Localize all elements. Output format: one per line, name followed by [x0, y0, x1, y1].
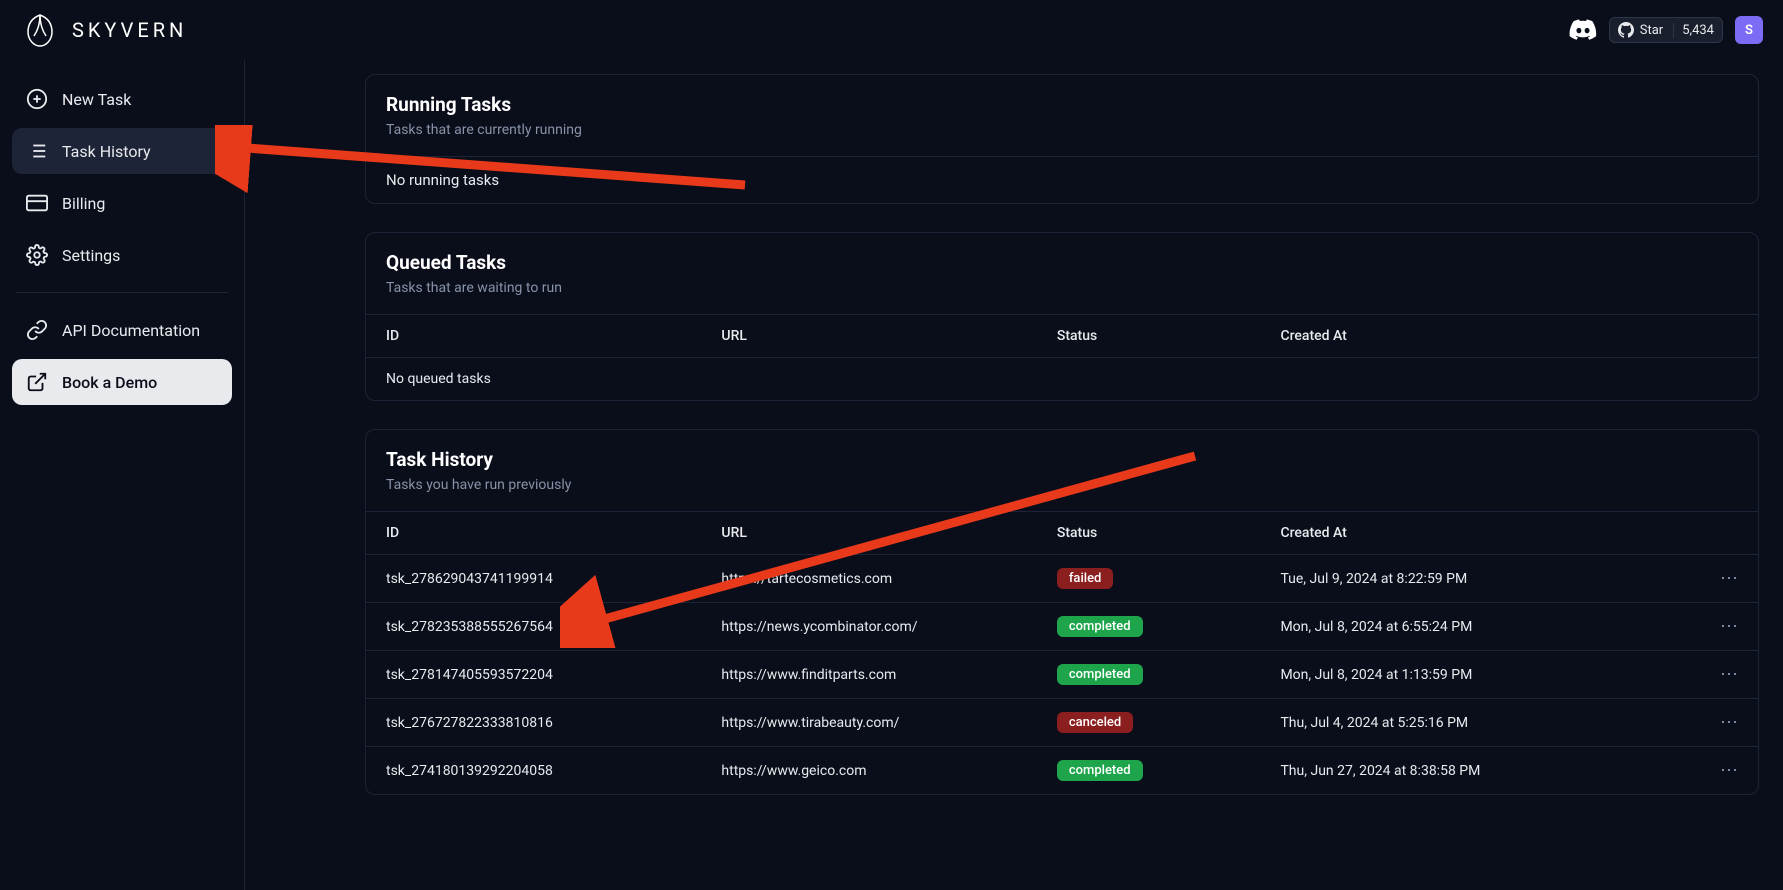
- gear-icon: [26, 244, 48, 266]
- cell-created: Thu, Jun 27, 2024 at 8:38:58 PM: [1280, 763, 1678, 779]
- col-status: Status: [1057, 328, 1281, 344]
- status-badge: completed: [1057, 664, 1143, 685]
- cell-created: Mon, Jul 8, 2024 at 6:55:24 PM: [1280, 619, 1678, 635]
- link-icon: [26, 319, 48, 341]
- row-actions-button[interactable]: ⋯: [1678, 616, 1738, 637]
- credit-card-icon: [26, 192, 48, 214]
- cell-status: completed: [1057, 616, 1281, 637]
- panel-subtitle: Tasks that are waiting to run: [386, 280, 1738, 296]
- cell-id: tsk_278235388555267564: [386, 619, 721, 635]
- panel-title: Task History: [386, 448, 1738, 471]
- cell-url: https://www.finditparts.com: [721, 667, 1056, 683]
- panel-title: Running Tasks: [386, 93, 1738, 116]
- row-actions-button[interactable]: ⋯: [1678, 664, 1738, 685]
- panel-header: Queued Tasks Tasks that are waiting to r…: [366, 233, 1758, 314]
- sidebar-item-label: API Documentation: [62, 321, 200, 340]
- cell-created: Tue, Jul 9, 2024 at 8:22:59 PM: [1280, 571, 1678, 587]
- header: SKYVERN Star 5,434 S: [0, 0, 1783, 60]
- sidebar-item-book-demo[interactable]: Book a Demo: [12, 359, 232, 405]
- plus-circle-icon: [26, 88, 48, 110]
- sidebar: New Task Task History Billing Settings A…: [0, 60, 245, 890]
- avatar-initial: S: [1745, 23, 1753, 38]
- table-row[interactable]: tsk_278147405593572204 https://www.findi…: [366, 650, 1758, 698]
- panel-body: ID URL Status Created At No queued tasks: [366, 314, 1758, 400]
- empty-message: No running tasks: [366, 157, 1758, 203]
- panel-body: No running tasks: [366, 156, 1758, 203]
- table-row[interactable]: tsk_278235388555267564 https://news.ycom…: [366, 602, 1758, 650]
- sidebar-item-task-history[interactable]: Task History: [12, 128, 232, 174]
- row-actions-button[interactable]: ⋯: [1678, 568, 1738, 589]
- running-tasks-panel: Running Tasks Tasks that are currently r…: [365, 74, 1759, 204]
- logo-area: SKYVERN: [20, 10, 187, 50]
- cell-id: tsk_276727822333810816: [386, 715, 721, 731]
- discord-icon[interactable]: [1569, 16, 1597, 44]
- table-header: ID URL Status Created At: [366, 512, 1758, 554]
- table-header: ID URL Status Created At: [366, 315, 1758, 357]
- panel-title: Queued Tasks: [386, 251, 1738, 274]
- cell-status: completed: [1057, 760, 1281, 781]
- sidebar-item-label: Book a Demo: [62, 373, 157, 392]
- panel-subtitle: Tasks that are currently running: [386, 122, 1738, 138]
- queued-tasks-panel: Queued Tasks Tasks that are waiting to r…: [365, 232, 1759, 401]
- sidebar-item-settings[interactable]: Settings: [12, 232, 232, 278]
- sidebar-item-label: New Task: [62, 90, 131, 109]
- cell-created: Mon, Jul 8, 2024 at 1:13:59 PM: [1280, 667, 1678, 683]
- status-badge: canceled: [1057, 712, 1133, 733]
- cell-url: https://news.ycombinator.com/: [721, 619, 1056, 635]
- col-created: Created At: [1280, 328, 1678, 344]
- github-star-button[interactable]: Star 5,434: [1609, 17, 1723, 43]
- table-row[interactable]: tsk_276727822333810816 https://www.tirab…: [366, 698, 1758, 746]
- table-row[interactable]: tsk_274180139292204058 https://www.geico…: [366, 746, 1758, 794]
- cell-status: failed: [1057, 568, 1281, 589]
- col-status: Status: [1057, 525, 1281, 541]
- cell-url: https://tartecosmetics.com: [721, 571, 1056, 587]
- main-content: Running Tasks Tasks that are currently r…: [245, 60, 1783, 890]
- status-badge: completed: [1057, 760, 1143, 781]
- cell-url: https://www.tirabeauty.com/: [721, 715, 1056, 731]
- status-badge: completed: [1057, 616, 1143, 637]
- cell-url: https://www.geico.com: [721, 763, 1056, 779]
- col-url: URL: [721, 525, 1056, 541]
- empty-message: No queued tasks: [386, 371, 1738, 387]
- list-icon: [26, 140, 48, 162]
- panel-subtitle: Tasks you have run previously: [386, 477, 1738, 493]
- panel-header: Task History Tasks you have run previous…: [366, 430, 1758, 511]
- cell-id: tsk_274180139292204058: [386, 763, 721, 779]
- task-history-panel: Task History Tasks you have run previous…: [365, 429, 1759, 795]
- table-row[interactable]: tsk_278629043741199914 https://tartecosm…: [366, 554, 1758, 602]
- row-actions-button[interactable]: ⋯: [1678, 712, 1738, 733]
- divider: [16, 292, 228, 293]
- cell-created: Thu, Jul 4, 2024 at 5:25:16 PM: [1280, 715, 1678, 731]
- col-created: Created At: [1280, 525, 1678, 541]
- panel-body: ID URL Status Created At tsk_27862904374…: [366, 511, 1758, 794]
- sidebar-item-billing[interactable]: Billing: [12, 180, 232, 226]
- cell-id: tsk_278629043741199914: [386, 571, 721, 587]
- col-url: URL: [721, 328, 1056, 344]
- cell-status: canceled: [1057, 712, 1281, 733]
- col-id: ID: [386, 328, 721, 344]
- avatar[interactable]: S: [1735, 16, 1763, 44]
- status-badge: failed: [1057, 568, 1114, 589]
- brand-logo-icon: [20, 10, 60, 50]
- github-star-label: Star: [1640, 23, 1663, 38]
- panel-header: Running Tasks Tasks that are currently r…: [366, 75, 1758, 156]
- header-right: Star 5,434 S: [1569, 16, 1763, 44]
- sidebar-item-label: Task History: [62, 142, 151, 161]
- sidebar-item-label: Settings: [62, 246, 120, 265]
- cell-id: tsk_278147405593572204: [386, 667, 721, 683]
- cell-status: completed: [1057, 664, 1281, 685]
- github-star-count: 5,434: [1673, 23, 1714, 38]
- brand-name: SKYVERN: [72, 18, 187, 42]
- row-actions-button[interactable]: ⋯: [1678, 760, 1738, 781]
- table-row-empty: No queued tasks: [366, 357, 1758, 400]
- sidebar-item-new-task[interactable]: New Task: [12, 76, 232, 122]
- col-id: ID: [386, 525, 721, 541]
- github-icon: [1618, 22, 1634, 38]
- external-link-icon: [26, 371, 48, 393]
- sidebar-item-label: Billing: [62, 194, 105, 213]
- sidebar-item-api-docs[interactable]: API Documentation: [12, 307, 232, 353]
